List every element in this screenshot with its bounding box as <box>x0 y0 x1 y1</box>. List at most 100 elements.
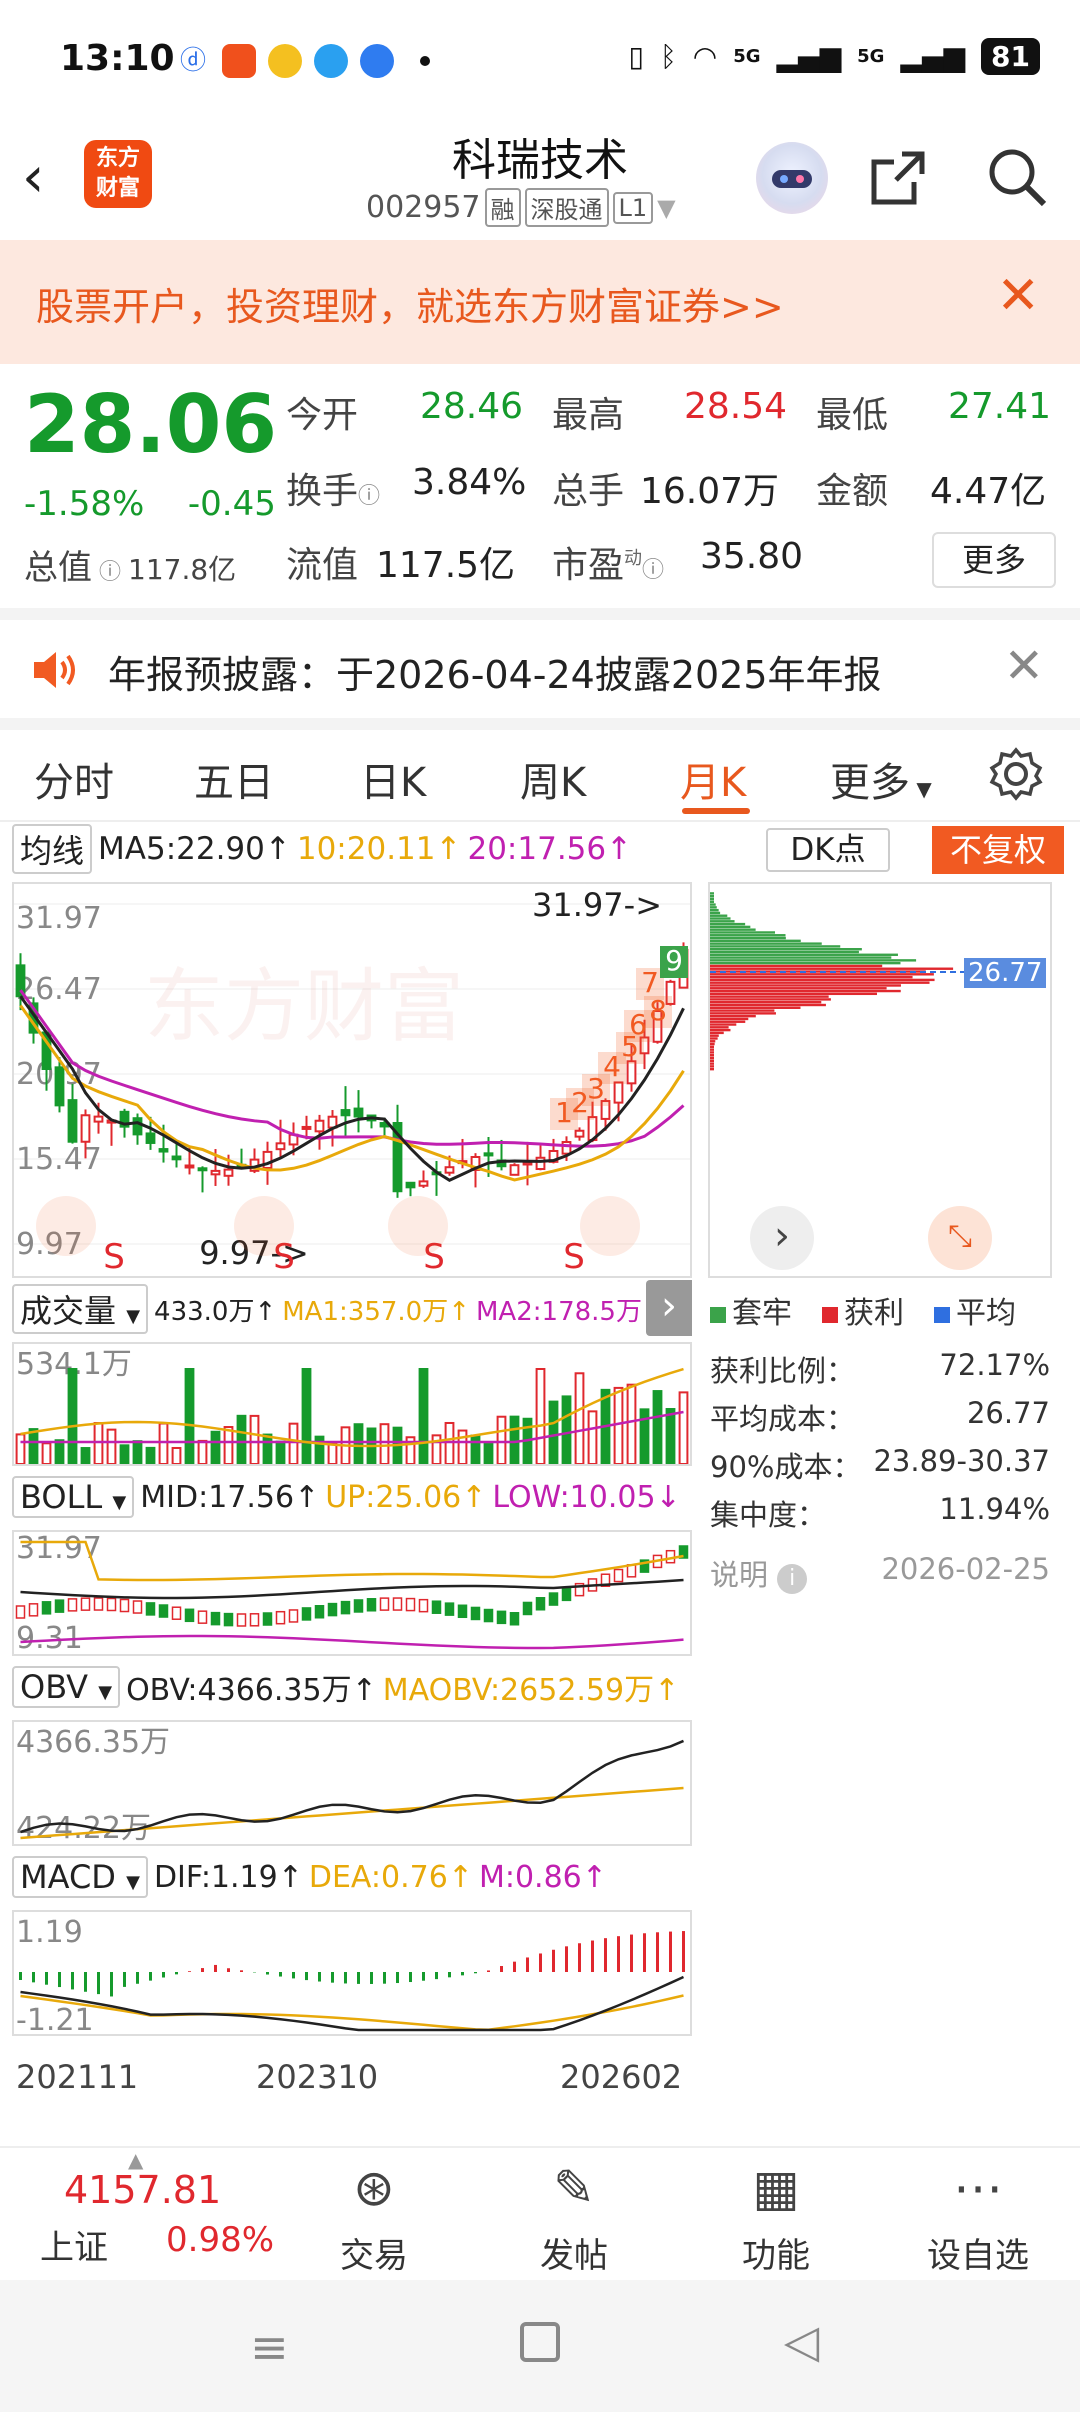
boll-indicator-bar: BOLL ▼ MID:17.56↑ UP:25.06↑ LOW:10.05↓ <box>12 1474 681 1520</box>
volume-bar <box>236 1414 247 1465</box>
dk-point-button[interactable]: DK点 <box>766 828 890 872</box>
chevron-down-icon: ▼ <box>910 777 932 801</box>
obv-selector[interactable]: OBV ▼ <box>12 1666 121 1708</box>
obv-selector-label: OBV <box>20 1668 89 1706</box>
search-icon[interactable] <box>982 142 1054 214</box>
close-icon[interactable]: ✕ <box>996 266 1040 326</box>
chip-bar <box>710 920 735 923</box>
volume-bar <box>496 1415 507 1466</box>
promo-text[interactable]: 股票开户，投资理财，就选东方财富证券>> <box>36 276 784 331</box>
candle-body <box>67 1099 78 1143</box>
volume-bar <box>470 1434 481 1465</box>
gear-icon[interactable] <box>988 746 1044 802</box>
ma-selector[interactable]: 均线 <box>12 824 93 874</box>
robot-assistant-icon[interactable] <box>756 142 828 214</box>
boll-candle <box>67 1598 78 1612</box>
boll-candle <box>145 1602 156 1616</box>
chip-bar <box>710 956 892 959</box>
wifi-icon: ◠ <box>692 40 718 73</box>
volume-chart[interactable]: 534.1万 <box>12 1342 692 1466</box>
x-label-end: 202602 <box>560 2058 683 2096</box>
next-arrow-button[interactable]: › <box>750 1206 814 1270</box>
volume-bar <box>106 1428 117 1465</box>
volume-ma1: MA1:357.0万↑ <box>282 1296 470 1327</box>
expand-panel-arrow-icon[interactable]: › <box>646 1280 692 1336</box>
chip-bar <box>710 922 746 926</box>
nav-post[interactable]: ✎ 发帖 <box>474 2148 674 2277</box>
y-axis-label: 4366.35万 <box>16 1725 170 1760</box>
nav-functions[interactable]: ▦ 功能 <box>676 2148 876 2277</box>
macd-selector[interactable]: MACD ▼ <box>12 1856 148 1898</box>
obv-chart[interactable]: 4366.35万 424.22万 <box>12 1720 692 1846</box>
boll-candle <box>28 1603 39 1617</box>
sell-signal-mark: S <box>563 1237 585 1276</box>
tab-monthly-k[interactable]: 月K <box>680 750 746 808</box>
index-name[interactable]: 上证 <box>40 2220 108 2269</box>
chip-bar <box>710 1054 714 1057</box>
info-icon[interactable]: ⓘ <box>642 558 664 583</box>
stat-value: 72.17% <box>939 1348 1050 1382</box>
more-button[interactable]: 更多 <box>932 532 1056 588</box>
volume-bar <box>327 1442 338 1466</box>
tab-more[interactable]: 更多 ▼ <box>830 750 932 808</box>
boll-selector[interactable]: BOLL ▼ <box>12 1476 135 1518</box>
boll-candle <box>262 1612 273 1626</box>
menu-icon[interactable]: ≡ <box>250 2320 289 2374</box>
stat-label: 90%成本： <box>710 1450 862 1484</box>
boll-candle <box>444 1602 455 1616</box>
chip-bar <box>710 1001 822 1004</box>
tab-intraday[interactable]: 分时 <box>34 750 114 808</box>
notice-text[interactable]: 年报预披露：于2026-04-24披露2025年年报 <box>108 644 882 699</box>
tab-more-label: 更多 <box>830 760 910 806</box>
volume-bar <box>379 1423 390 1465</box>
promo-banner[interactable]: 股票开户，投资理财，就选东方财富证券>> ✕ <box>0 240 1080 364</box>
volume-bar <box>561 1395 572 1465</box>
boll-candle <box>535 1597 546 1611</box>
info-icon[interactable]: ⓘ <box>92 560 128 585</box>
expand-icon[interactable]: ⤡ <box>928 1206 992 1270</box>
note-row[interactable]: 说明 i 2026-02-25 <box>710 1552 1050 1594</box>
info-icon[interactable]: i <box>777 1564 808 1594</box>
close-icon[interactable]: ✕ <box>1004 638 1044 694</box>
volume-bar <box>275 1440 286 1465</box>
chip-bar <box>710 1012 776 1015</box>
boll-candle <box>418 1598 429 1613</box>
back-nav-icon[interactable]: ◁ <box>784 2314 819 2368</box>
boll-candle <box>197 1610 208 1624</box>
volume-bar <box>288 1422 299 1465</box>
chip-bar <box>710 1028 731 1032</box>
volume-selector[interactable]: 成交量 ▼ <box>12 1284 149 1334</box>
volume-bar <box>158 1422 169 1465</box>
home-icon[interactable] <box>520 2322 560 2362</box>
chip-bar <box>710 998 831 1001</box>
chip-bar <box>710 897 714 901</box>
chip-bar <box>710 989 901 993</box>
app2-icon <box>360 44 394 78</box>
info-icon[interactable]: ⓘ <box>358 484 380 509</box>
candle-body <box>197 1167 208 1172</box>
boll-candle <box>223 1612 234 1627</box>
no-adjust-button[interactable]: 不复权 <box>932 826 1064 874</box>
nav-trade[interactable]: ⊛ 交易 <box>274 2148 474 2277</box>
index-value[interactable]: 4157.81 <box>64 2168 221 2212</box>
tab-daily-k[interactable]: 日K <box>360 750 426 808</box>
stock-meta[interactable]: 002957 融 深股通 L1 ▼ <box>366 188 676 227</box>
volume-bar <box>652 1390 663 1466</box>
volume-bar <box>184 1368 195 1465</box>
y-axis-label: 31.97 <box>16 901 102 936</box>
chip-bar <box>710 1040 716 1043</box>
nav-functions-label: 功能 <box>742 2236 810 2276</box>
index-pct[interactable]: 0.98% <box>166 2220 274 2260</box>
boll-chart[interactable]: 31.97 9.31 <box>12 1530 692 1656</box>
weibo-icon <box>268 44 302 78</box>
nav-add-watchlist[interactable]: ⋯ 设自选 <box>878 2148 1078 2277</box>
macd-chart[interactable]: 1.19 -1.21 <box>12 1910 692 2038</box>
chip-bar <box>710 1006 801 1009</box>
share-icon[interactable] <box>862 142 934 214</box>
tab-weekly-k[interactable]: 周K <box>520 750 586 808</box>
boll-candle <box>54 1599 65 1613</box>
kline-chart[interactable]: 31.9726.4720.9715.479.97东方财富31.97->9.97-… <box>12 882 692 1278</box>
tab-five-day[interactable]: 五日 <box>194 750 274 808</box>
notice-bar[interactable]: 年报预披露：于2026-04-24披露2025年年报 ✕ <box>0 608 1080 718</box>
macd-chart-svg: 1.19 -1.21 <box>16 1915 685 2038</box>
